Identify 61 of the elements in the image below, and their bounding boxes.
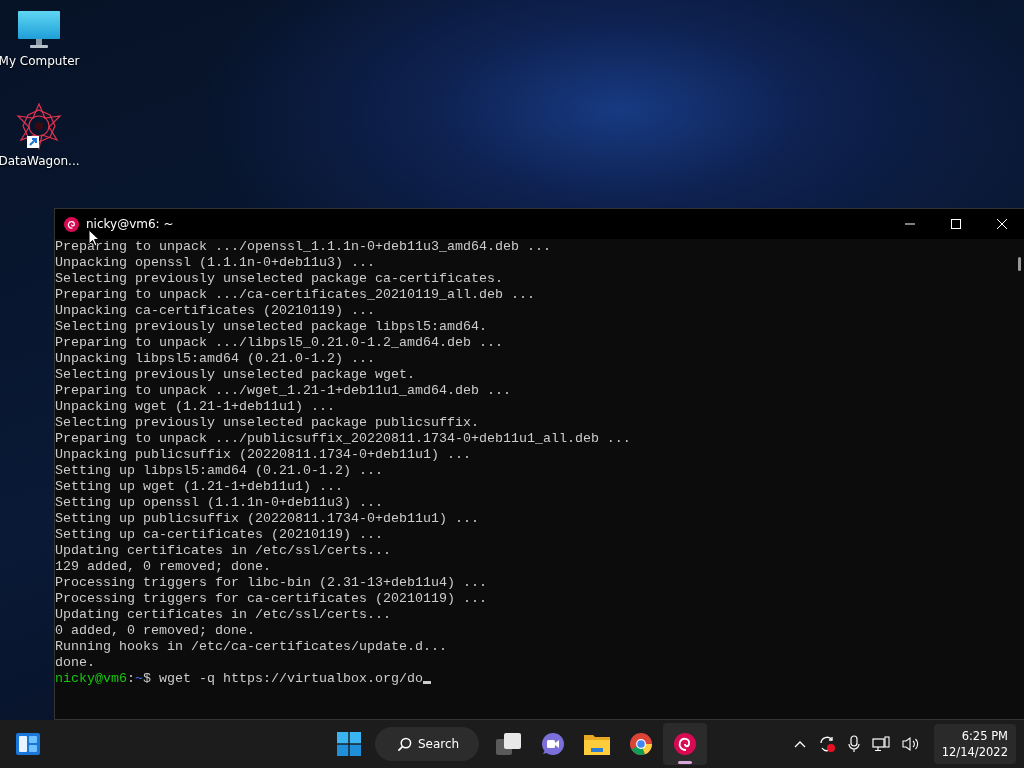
terminal-line: Unpacking wget (1.21-1+deb11u1) ... — [55, 399, 336, 415]
terminal-line: Updating certificates in /etc/ssl/certs... — [55, 607, 392, 623]
chevron-up-icon[interactable] — [793, 740, 806, 748]
terminal-line: Preparing to unpack .../ca-certificates_20210119_all.deb ... — [55, 287, 536, 303]
terminal-line: Selecting previously unselected package wget. — [55, 367, 416, 383]
clock-date: 12/14/2022 — [941, 744, 1008, 760]
desktop-icon-label[interactable]: DataWagon... — [0, 154, 80, 168]
active-indicator — [678, 761, 693, 764]
terminal-line: Preparing to unpack .../openssl_1.1.1n-0+deb11u3_amd64.deb ... — [55, 239, 552, 255]
terminal-line: Preparing to unpack .../wget_1.21-1+deb11u1_amd64.deb ... — [55, 383, 512, 399]
command-text[interactable]: wget -q https://virtualbox.org/do — [159, 671, 423, 686]
terminal-line: Preparing to unpack .../libpsl5_0.21.0-1.2_amd64.deb ... — [55, 335, 504, 351]
widgets-icon[interactable] — [16, 733, 40, 755]
terminal-line: Unpacking publicsuffix (20220811.1734-0+deb11u1) ... — [55, 447, 472, 463]
terminal-line: Unpacking openssl (1.1.1n-0+deb11u3) ... — [55, 255, 376, 271]
network-icon[interactable] — [871, 736, 890, 752]
microphone-icon[interactable] — [847, 735, 860, 753]
prompt-user: nicky@vm6 — [55, 671, 127, 686]
scrollbar-thumb[interactable] — [1017, 257, 1021, 271]
clock[interactable]: 6:25 PM 12/14/2022 — [933, 724, 1016, 764]
browser-icon[interactable] — [629, 732, 654, 756]
terminal-line: Updating certificates in /etc/ssl/certs... — [55, 543, 392, 559]
sync-alert-icon[interactable] — [817, 735, 836, 753]
terminal-line: Selecting previously unselected package ca-certificates. — [55, 271, 504, 287]
terminal-line: 129 added, 0 removed; done. — [55, 559, 272, 575]
terminal-line: 0 added, 0 removed; done. — [55, 623, 256, 639]
terminal-line: Setting up ca-certificates (20210119) ... — [55, 527, 384, 543]
search-button[interactable]: Search — [375, 727, 480, 761]
clock-time: 6:25 PM — [961, 728, 1008, 744]
monitor-icon[interactable] — [17, 10, 61, 50]
start-icon[interactable] — [337, 732, 361, 756]
taskbar-app-button[interactable] — [663, 723, 708, 765]
terminal-line: Setting up openssl (1.1.1n-0+deb11u3) ... — [55, 495, 384, 511]
terminal-line: Setting up publicsuffix (20220811.1734-0+deb11u1) ... — [55, 511, 480, 527]
terminal-line: done. — [55, 655, 96, 671]
text-cursor — [422, 681, 431, 684]
desktop-icon-label[interactable]: My Computer — [0, 54, 80, 68]
window-title: nicky@vm6: ~ — [86, 217, 174, 231]
terminal-line: Processing triggers for ca-certificates (20210119) ... — [55, 591, 488, 607]
swirl-logo-icon — [64, 216, 79, 232]
terminal-line: Setting up libpsl5:amd64 (0.21.0-1.2) ... — [55, 463, 384, 479]
prompt-path: ~ — [135, 671, 143, 686]
folder-icon[interactable] — [584, 733, 611, 755]
terminal-line: Running hooks in /etc/ca-certificates/update.d... — [55, 639, 448, 655]
prompt-symbol: $ — [143, 671, 151, 686]
volume-icon[interactable] — [901, 736, 920, 752]
maximize-icon — [951, 219, 961, 229]
terminal-line: Preparing to unpack .../publicsuffix_20220811.1734-0+deb11u1_all.deb ... — [55, 431, 632, 447]
terminal-line: Selecting previously unselected package libpsl5:amd64. — [55, 319, 488, 335]
prompt-separator: : — [127, 671, 135, 686]
video-chat-icon[interactable] — [541, 732, 566, 756]
terminal-line: Setting up wget (1.21-1+deb11u1) ... — [55, 479, 344, 495]
terminal-line: Unpacking libpsl5:amd64 (0.21.0-1.2) ... — [55, 351, 376, 367]
task-view-icon[interactable] — [496, 732, 523, 756]
terminal-line: Selecting previously unselected package publicsuffix. — [55, 415, 480, 431]
close-icon — [997, 219, 1007, 229]
star-logo-icon[interactable] — [15, 102, 63, 150]
swirl-logo-icon[interactable] — [673, 732, 698, 756]
search-icon — [397, 736, 412, 752]
terminal-line: Processing triggers for libc-bin (2.31-13+deb11u4) ... — [55, 575, 488, 591]
terminal-line: Unpacking ca-certificates (20210119) ... — [55, 303, 376, 319]
